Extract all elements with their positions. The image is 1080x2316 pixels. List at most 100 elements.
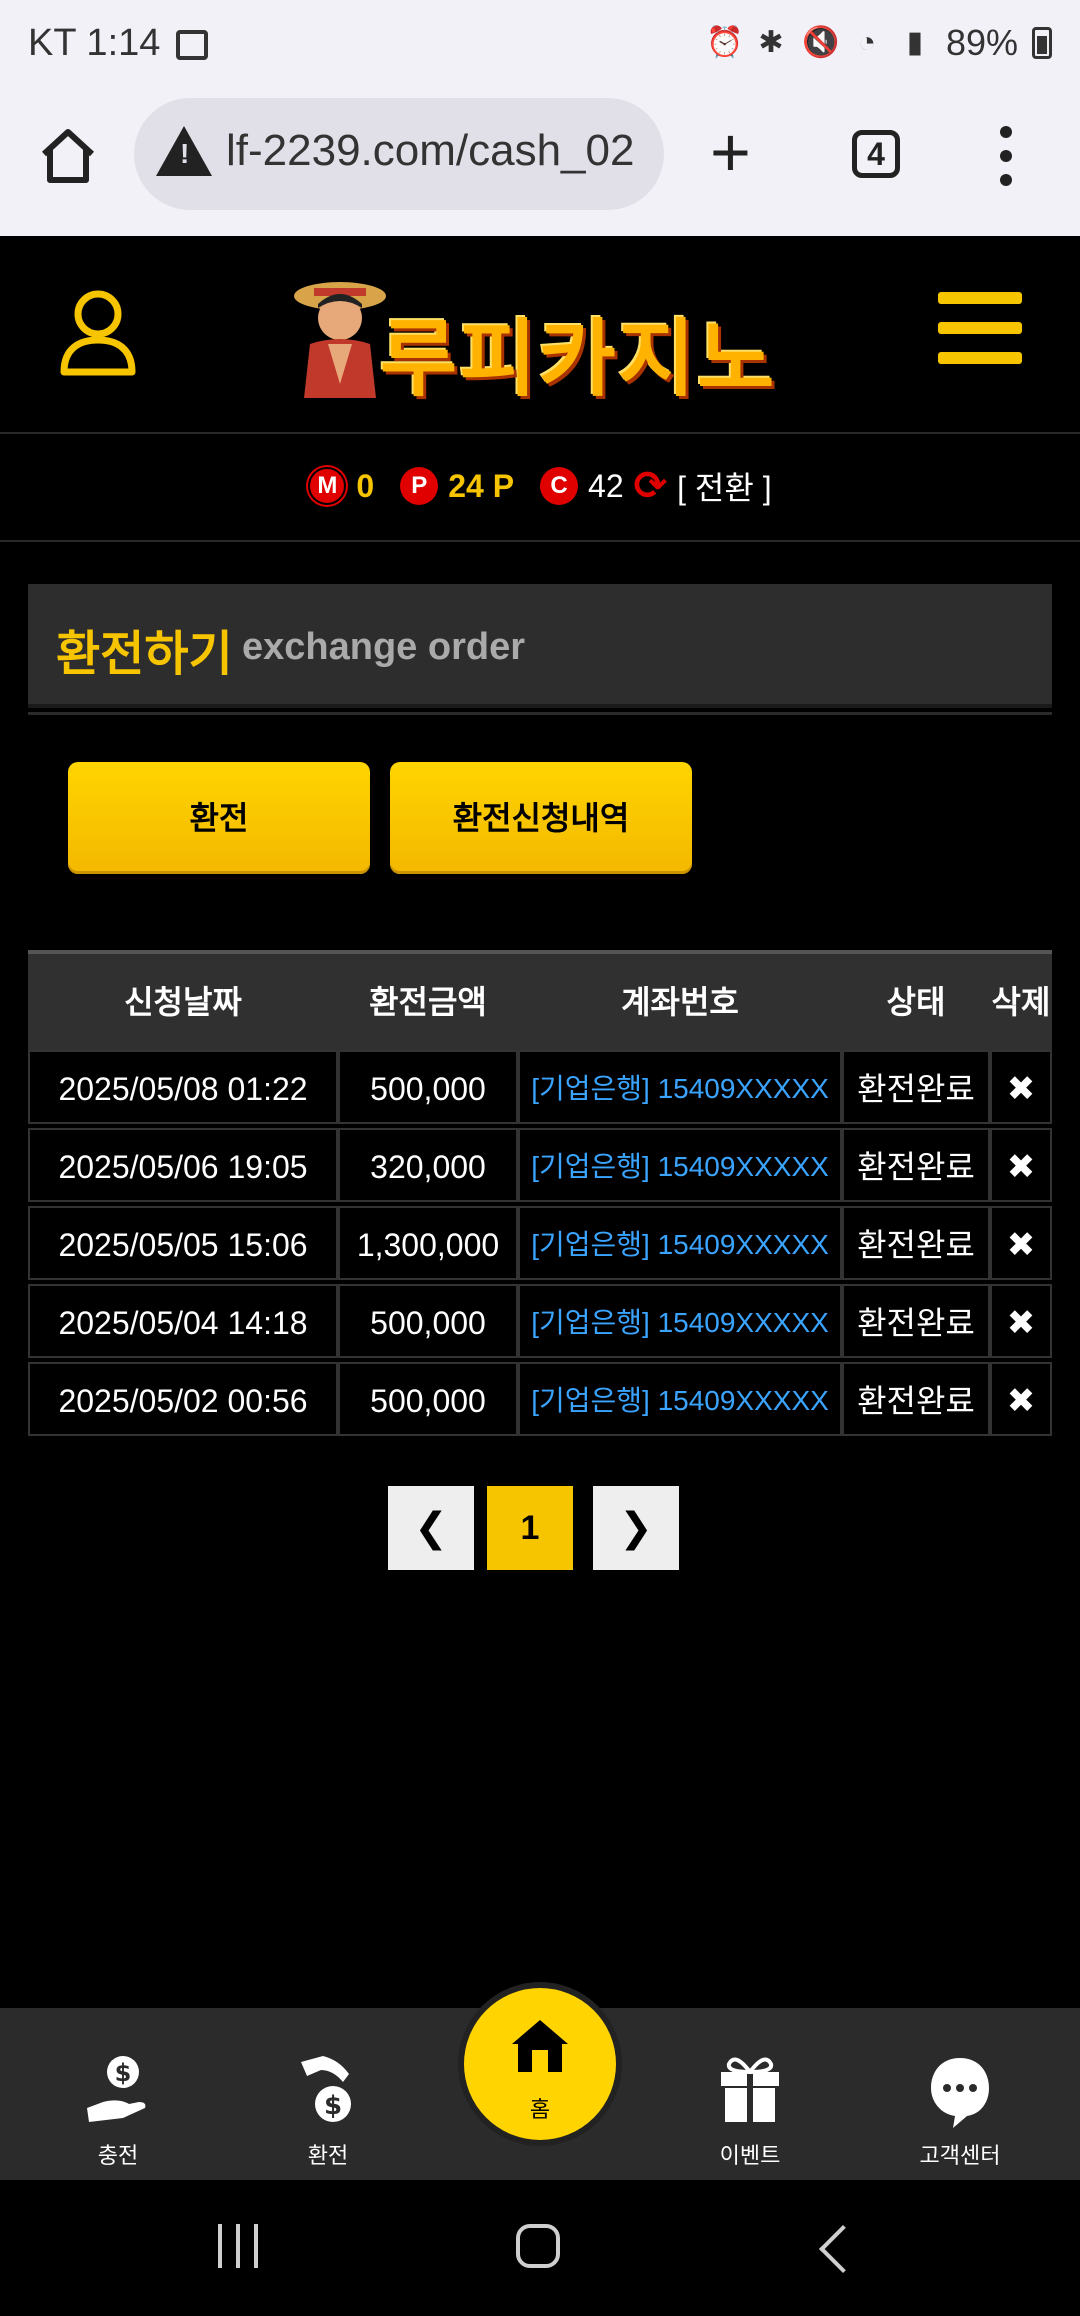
svg-text:$: $ — [115, 2059, 132, 2087]
charge-icon: $ — [87, 2056, 146, 2122]
system-nav-bar — [0, 2180, 1080, 2316]
row-status: 환전완료 — [842, 1206, 990, 1280]
nav-support[interactable]: 고객센터 — [880, 2008, 1040, 2180]
header-date: 신청날짜 — [124, 984, 242, 1020]
row-status: 환전완료 — [842, 1362, 990, 1436]
gift-icon — [721, 2057, 779, 2122]
home-icon[interactable] — [38, 126, 98, 186]
row-date: 2025/05/06 19:05 — [28, 1128, 338, 1202]
signal-icon: ▮ — [906, 26, 924, 59]
exchange-button[interactable]: 환전 — [68, 762, 370, 874]
header-status: 상태 — [886, 984, 946, 1020]
hamburger-icon[interactable] — [938, 292, 1022, 382]
chevron-left-icon[interactable]: ❮ — [388, 1486, 474, 1570]
page-title: 환전하기 — [56, 628, 233, 681]
row-date: 2025/05/02 00:56 — [28, 1362, 338, 1436]
row-account: [기업은행] 15409XXXXX — [518, 1206, 842, 1280]
row-account: [기업은행] 15409XXXXX — [518, 1284, 842, 1358]
headset-icon — [931, 2058, 989, 2128]
status-icons: ⏰ ✱ 🔇 ◔ ▮ 89% — [706, 22, 1052, 64]
image-notification-icon — [176, 30, 208, 60]
status-bar: KT 1:14 ⏰ ✱ 🔇 ◔ ▮ 89% — [0, 0, 1080, 92]
row-account: [기업은행] 15409XXXXX — [518, 1362, 842, 1436]
refresh-icon[interactable]: ⟳ — [634, 463, 668, 509]
chevron-right-icon[interactable]: ❯ — [593, 1486, 679, 1570]
status-time: KT 1:14 — [28, 22, 161, 64]
nav-charge[interactable]: $ 충전 — [38, 2008, 198, 2180]
row-account: [기업은행] 15409XXXXX — [518, 1050, 842, 1124]
point-value: 24 P — [448, 467, 515, 504]
row-amount: 500,000 — [338, 1284, 518, 1358]
logo-character-icon — [294, 282, 386, 398]
recents-icon[interactable] — [218, 2224, 258, 2268]
mute-icon: 🔇 — [801, 26, 840, 59]
nav-home-label: 홈 — [529, 2097, 551, 2122]
table-header: 신청날짜 환전금액 계좌번호 상태 삭제 — [28, 950, 1052, 1050]
page-title-box: 환전하기 exchange order — [28, 584, 1052, 708]
table-row: 2025/05/04 14:18 500,000 [기업은행] 15409XXX… — [28, 1284, 1052, 1362]
warning-icon: ! — [156, 126, 212, 176]
coin-value: 42 — [588, 467, 624, 504]
money-balance: M 0 — [308, 467, 374, 505]
battery-percent: 89% — [945, 22, 1018, 63]
nav-event[interactable]: 이벤트 — [670, 2008, 830, 2180]
nav-exchange[interactable]: $ 환전 — [248, 2008, 408, 2180]
table-row: 2025/05/06 19:05 320,000 [기업은행] 15409XXX… — [28, 1128, 1052, 1206]
point-balance: P 24 P — [400, 467, 514, 505]
svg-text:$: $ — [324, 2091, 342, 2121]
nav-charge-label: 충전 — [97, 2143, 139, 2168]
site-logo[interactable]: 루피카지노 — [270, 266, 830, 408]
row-amount: 500,000 — [338, 1050, 518, 1124]
money-value: 0 — [356, 467, 375, 504]
user-icon[interactable] — [58, 288, 138, 378]
page-number-button[interactable]: 1 — [487, 1486, 573, 1570]
row-amount: 320,000 — [338, 1128, 518, 1202]
money-badge-icon: M — [308, 467, 347, 505]
exchange-history-button[interactable]: 환전신청내역 — [390, 762, 692, 874]
home-icon — [512, 2020, 568, 2072]
new-tab-button[interactable]: + — [710, 117, 751, 187]
system-home-icon[interactable] — [516, 2224, 560, 2268]
delete-icon[interactable]: ✖ — [990, 1362, 1052, 1436]
wifi-icon: ◔ — [857, 26, 876, 59]
menu-dots-icon[interactable] — [1000, 126, 1014, 198]
page-subtitle: exchange order — [242, 626, 525, 668]
row-amount: 500,000 — [338, 1362, 518, 1436]
coin-balance: C 42 ⟳ [ 전환 ] — [540, 463, 772, 509]
convert-button[interactable]: [ 전환 ] — [677, 463, 771, 509]
coin-badge-icon: C — [540, 467, 579, 505]
nav-exchange-label: 환전 — [307, 2143, 349, 2168]
delete-icon[interactable]: ✖ — [990, 1050, 1052, 1124]
header-amount: 환전금액 — [369, 984, 487, 1020]
back-icon[interactable] — [818, 2224, 868, 2274]
header-account: 계좌번호 — [621, 984, 739, 1020]
table-row: 2025/05/08 01:22 500,000 [기업은행] 15409XXX… — [28, 1050, 1052, 1128]
nav-home[interactable]: 홈 — [458, 1982, 622, 2146]
address-bar[interactable]: ! lf-2239.com/cash_02 — [134, 98, 664, 210]
table-row: 2025/05/02 00:56 500,000 [기업은행] 15409XXX… — [28, 1362, 1052, 1440]
url-text[interactable]: lf-2239.com/cash_02 — [226, 126, 646, 176]
row-date: 2025/05/08 01:22 — [28, 1050, 338, 1124]
delete-icon[interactable]: ✖ — [990, 1206, 1052, 1280]
row-amount: 1,300,000 — [338, 1206, 518, 1280]
row-date: 2025/05/04 14:18 — [28, 1284, 338, 1358]
divider — [28, 712, 1052, 715]
browser-toolbar: ! lf-2239.com/cash_02 + 4 — [0, 92, 1080, 238]
row-status: 환전완료 — [842, 1284, 990, 1358]
exchange-icon: $ — [301, 2056, 351, 2122]
row-status: 환전완료 — [842, 1050, 990, 1124]
bluetooth-icon: ✱ — [758, 26, 784, 59]
row-account: [기업은행] 15409XXXXX — [518, 1128, 842, 1202]
tabs-icon[interactable]: 4 — [852, 130, 900, 178]
points-bar: M 0 P 24 P C 42 ⟳ [ 전환 ] — [0, 432, 1080, 542]
delete-icon[interactable]: ✖ — [990, 1284, 1052, 1358]
table-row: 2025/05/05 15:06 1,300,000 [기업은행] 15409X… — [28, 1206, 1052, 1284]
alarm-icon: ⏰ — [705, 26, 744, 59]
logo-text: 루피카지노 — [380, 310, 777, 408]
header-delete: 삭제 — [991, 984, 1051, 1020]
battery-icon — [1032, 27, 1052, 59]
site-header: 루피카지노 — [0, 236, 1080, 434]
delete-icon[interactable]: ✖ — [990, 1128, 1052, 1202]
nav-event-label: 이벤트 — [719, 2143, 781, 2168]
point-badge-icon: P — [400, 467, 439, 505]
